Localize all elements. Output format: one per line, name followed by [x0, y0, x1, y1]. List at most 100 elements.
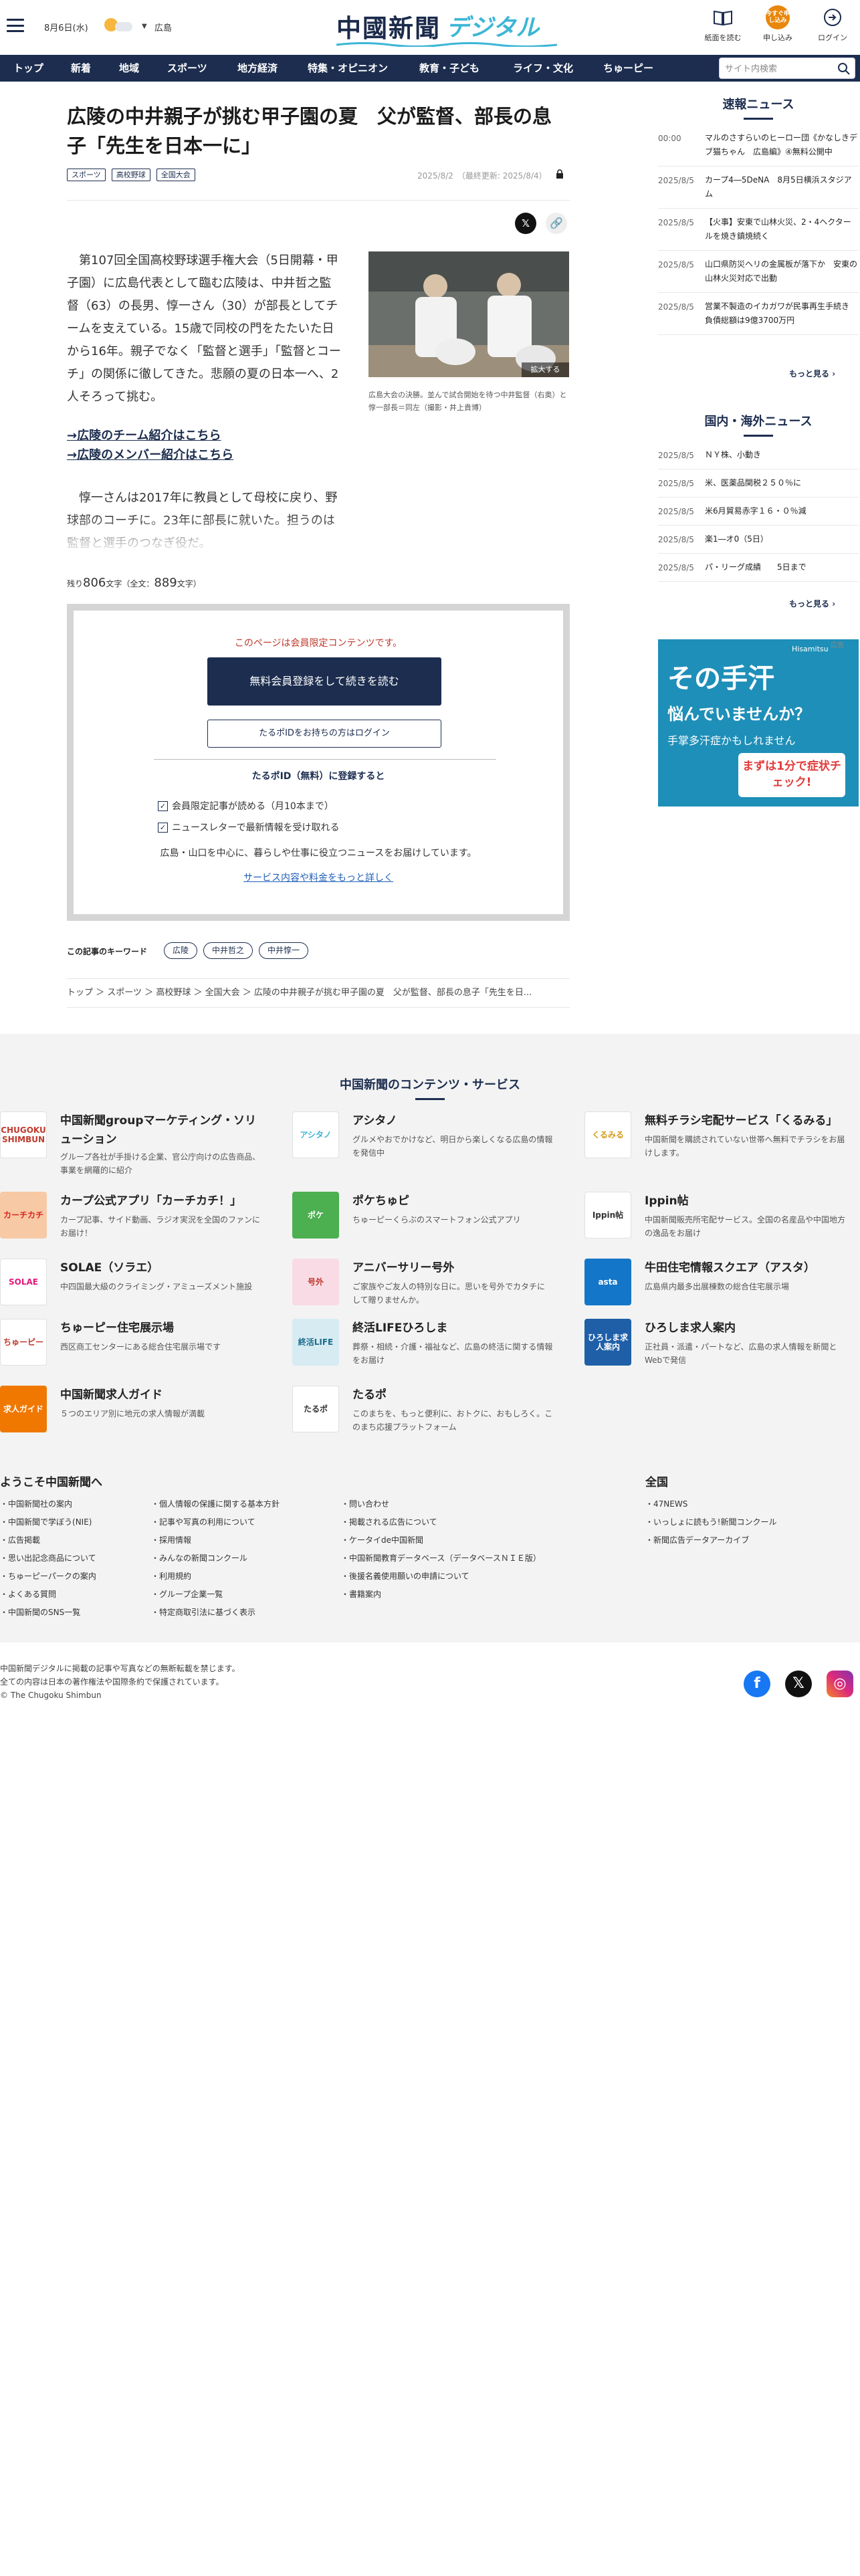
footer-link[interactable]: 採用情報 [151, 1531, 298, 1549]
nav-item-opinion[interactable]: 特集・オピニオン [308, 55, 388, 82]
footer-link[interactable]: ちゅーピーパークの案内 [0, 1568, 147, 1586]
news-headline[interactable]: ＮＹ株、小動き [705, 441, 859, 469]
instagram-icon[interactable]: ◎ [827, 1671, 853, 1697]
tag-national[interactable]: 全国大会 [156, 169, 195, 181]
service-name[interactable]: 中国新聞groupマーケティング・ソリューション [60, 1111, 261, 1149]
service-item[interactable]: asta 牛田住宅情報スクエア（アスタ） 広島県内最多出展棟数の総合住宅展示場 [584, 1259, 845, 1312]
service-item[interactable]: ちゅーピー ちゅーピー住宅展示場 西区商工センターにある総合住宅展示場です [0, 1319, 261, 1372]
login-button[interactable]: ログイン [809, 5, 856, 48]
breadcrumb-item[interactable]: スポーツ [107, 988, 142, 998]
read-paper-button[interactable]: 紙面を読む [700, 5, 746, 48]
list-item[interactable]: 2025/8/5 米6月貿易赤字１６・０％減 [658, 498, 859, 526]
tag-baseball[interactable]: 高校野球 [111, 169, 150, 181]
copy-link-icon[interactable]: 🔗 [546, 213, 567, 234]
apply-button[interactable]: 今すぐ申し込み 申し込み [754, 5, 801, 48]
footer-link[interactable]: 中国新聞教育データベース（データベースＮＩＥ版） [341, 1549, 609, 1568]
service-name[interactable]: アシタノ [352, 1111, 553, 1130]
service-item[interactable]: 終活LIFE 終活LIFEひろしま 葬祭・相続・介護・福祉など、広島の終活に関する情… [292, 1319, 553, 1372]
news-headline[interactable]: 【火事】安東で山林火災、2・4ヘクタールを焼き鎮焼続く [705, 209, 859, 250]
footer-link[interactable]: 後援名義使用願いの申請について [341, 1568, 609, 1586]
footer-link[interactable]: 広告掲載 [0, 1531, 147, 1549]
service-name[interactable]: アニバーサリー号外 [352, 1259, 553, 1277]
list-item[interactable]: 00:00 マルのさすらいのヒーロー団《かなしきデブ猫ちゃん 広島編》④無料公開… [658, 124, 859, 167]
list-item[interactable]: 2025/8/5 営業不製造のイカガワが民事再生手続き 負債総額は9億3700万… [658, 293, 859, 335]
list-item[interactable]: 2025/8/5 パ・リーグ成績 5日まで [658, 554, 859, 582]
service-item[interactable]: CHUGOKU SHIMBUN 中国新聞groupマーケティング・ソリューショング… [0, 1111, 261, 1175]
service-name[interactable]: ポケちゅピ [352, 1192, 553, 1210]
nav-item-education[interactable]: 教育・子ども [419, 55, 479, 82]
nav-item-chupy[interactable]: ちゅーピー [603, 55, 653, 82]
service-name[interactable]: 中国新聞求人ガイド [60, 1386, 261, 1404]
list-item[interactable]: 2025/8/5 【火事】安東で山林火災、2・4ヘクタールを焼き鎮焼続く [658, 209, 859, 251]
service-name[interactable]: ちゅーピー住宅展示場 [60, 1319, 261, 1337]
nav-item-sports[interactable]: スポーツ [167, 55, 207, 82]
world-more-link[interactable]: もっと見る › [789, 598, 835, 609]
service-details-link[interactable]: サービス内容や料金をもっと詳しく [74, 871, 563, 884]
service-name[interactable]: ひろしま求人案内 [645, 1319, 845, 1337]
nav-item-region[interactable]: 地域 [119, 55, 139, 82]
list-item[interactable]: 2025/8/5 米、医薬品関税２５０％に [658, 469, 859, 498]
nav-item-economy[interactable]: 地方経済 [237, 55, 278, 82]
list-item[interactable]: 2025/8/5 山口県防災ヘリの金属板が落下か 安東の山林火災対応で出動 [658, 251, 859, 293]
search-icon[interactable] [837, 62, 851, 76]
footer-link[interactable]: みんなの新聞コンクール [151, 1549, 298, 1568]
service-item[interactable]: SOLAE SOLAE（ソラエ） 中四国最大級のクライミング・アミューズメント施設 [0, 1259, 261, 1312]
photo-zoom-button[interactable]: 拡大する [522, 362, 569, 377]
footer-link[interactable]: 思い出記念商品について [0, 1549, 147, 1568]
footer-link[interactable]: グループ企業一覧 [151, 1586, 298, 1604]
service-item[interactable]: Ippin帖 Ippin帖 中国新聞販売所宅配サービス。全国の名産品や中国地方の逸品… [584, 1192, 845, 1245]
region-dropdown-icon[interactable]: ▼ [142, 23, 147, 30]
service-name[interactable]: SOLAE（ソラエ） [60, 1259, 261, 1277]
service-item[interactable]: くるみる 無料チラシ宅配サービス「くるみる」 中国新聞を購読されていない世帯へ無料で… [584, 1111, 845, 1165]
footer-link[interactable]: よくある質問 [0, 1586, 147, 1604]
service-name[interactable]: Ippin帖 [645, 1192, 845, 1210]
footer-link[interactable]: 問い合わせ [341, 1495, 609, 1513]
footer-link[interactable]: いっしょに読もう!新聞コンクール [645, 1513, 846, 1531]
service-name[interactable]: たるポ [352, 1386, 553, 1404]
service-item[interactable]: 号外 アニバーサリー号外 ご家族やご友人の特別な日に。思いを号外でカタチにして贈りま… [292, 1259, 553, 1312]
footer-link[interactable]: 記事や写真の利用について [151, 1513, 298, 1531]
service-name[interactable]: 終活LIFEひろしま [352, 1319, 553, 1337]
keyword-nakai-tetsuyuki[interactable]: 中井哲之 [203, 942, 253, 959]
footer-link[interactable]: 中国新聞で学ぼう(NIE) [0, 1513, 147, 1531]
keyword-koryo[interactable]: 広陵 [164, 942, 198, 959]
service-name[interactable]: カープ公式アプリ「カーチカチ！」 [60, 1192, 261, 1210]
breadcrumb-item[interactable]: トップ [67, 988, 93, 998]
service-name[interactable]: 無料チラシ宅配サービス「くるみる」 [645, 1111, 845, 1130]
footer-link[interactable]: 掲載される広告について [341, 1513, 609, 1531]
service-item[interactable]: アシタノ アシタノ グルメやおでかけなど、明日から楽しくなる広島の情報を発信中 [292, 1111, 553, 1165]
breadcrumb-item[interactable]: 全国大会 [205, 988, 240, 998]
news-headline[interactable]: 山口県防災ヘリの金属板が落下か 安東の山林火災対応で出動 [705, 251, 859, 292]
footer-link[interactable]: 個人情報の保護に関する基本方針 [151, 1495, 298, 1513]
service-item[interactable]: ひろしま求人案内 ひろしま求人案内 正社員・派遣・パートなど、広島の求人情報を新聞と… [584, 1319, 845, 1372]
service-item[interactable]: カーチカチ カープ公式アプリ「カーチカチ！」 カープ記事、サイド動画、ラジオ実況を全… [0, 1192, 261, 1245]
menu-icon[interactable] [7, 19, 24, 32]
list-item[interactable]: 2025/8/5 楽1―オ0（5日） [658, 526, 859, 554]
news-headline[interactable]: 楽1―オ0（5日） [705, 526, 859, 553]
footer-link[interactable]: 中国新聞のSNS一覧 [0, 1604, 147, 1622]
footer-link[interactable]: 新聞広告データアーカイブ [645, 1531, 846, 1549]
list-item[interactable]: 2025/8/5 ＮＹ株、小動き [658, 441, 859, 469]
id-login-button[interactable]: たるポIDをお持ちの方はログイン [207, 720, 441, 748]
service-item[interactable]: 求人ガイド 中国新聞求人ガイド ５つのエリア別に地元の求人情報が満載 [0, 1386, 261, 1439]
list-item[interactable]: 2025/8/5 カープ4―5DeNA 8月5日横浜スタジアム [658, 167, 859, 209]
footer-link[interactable]: ケータイde中国新聞 [341, 1531, 609, 1549]
nav-item-life[interactable]: ライフ・文化 [513, 55, 573, 82]
tag-sports[interactable]: スポーツ [67, 169, 106, 181]
breadcrumb-item[interactable]: 高校野球 [156, 988, 191, 998]
keyword-nakai-junichi[interactable]: 中井惇一 [259, 942, 309, 959]
nav-item-new[interactable]: 新着 [71, 55, 91, 82]
service-item[interactable]: たるポ たるポ このまちを、もっと便利に、おトクに、おもしろく。このまち応援プラット… [292, 1386, 553, 1439]
news-headline[interactable]: 営業不製造のイカガワが民事再生手続き 負債総額は9億3700万円 [705, 293, 859, 334]
member-intro-link[interactable]: →広陵のメンバー紹介はこちら [67, 445, 233, 463]
register-button[interactable]: 無料会員登録をして続きを読む [207, 657, 441, 706]
footer-link[interactable]: 書籍案内 [341, 1586, 609, 1604]
footer-link[interactable]: 特定商取引法に基づく表示 [151, 1604, 298, 1622]
region-select[interactable]: 広島 [154, 21, 172, 33]
news-headline[interactable]: カープ4―5DeNA 8月5日横浜スタジアム [705, 167, 859, 208]
site-logo[interactable]: 中國新聞 デジタル [336, 9, 557, 47]
service-item[interactable]: ポケ ポケちゅピ ちゅーピーくらぶのスマートフォン公式アプリ [292, 1192, 553, 1245]
news-headline[interactable]: 米6月貿易赤字１６・０％減 [705, 498, 859, 525]
x-icon[interactable]: 𝕏 [785, 1671, 812, 1697]
footer-link[interactable]: 47NEWS [645, 1495, 846, 1513]
